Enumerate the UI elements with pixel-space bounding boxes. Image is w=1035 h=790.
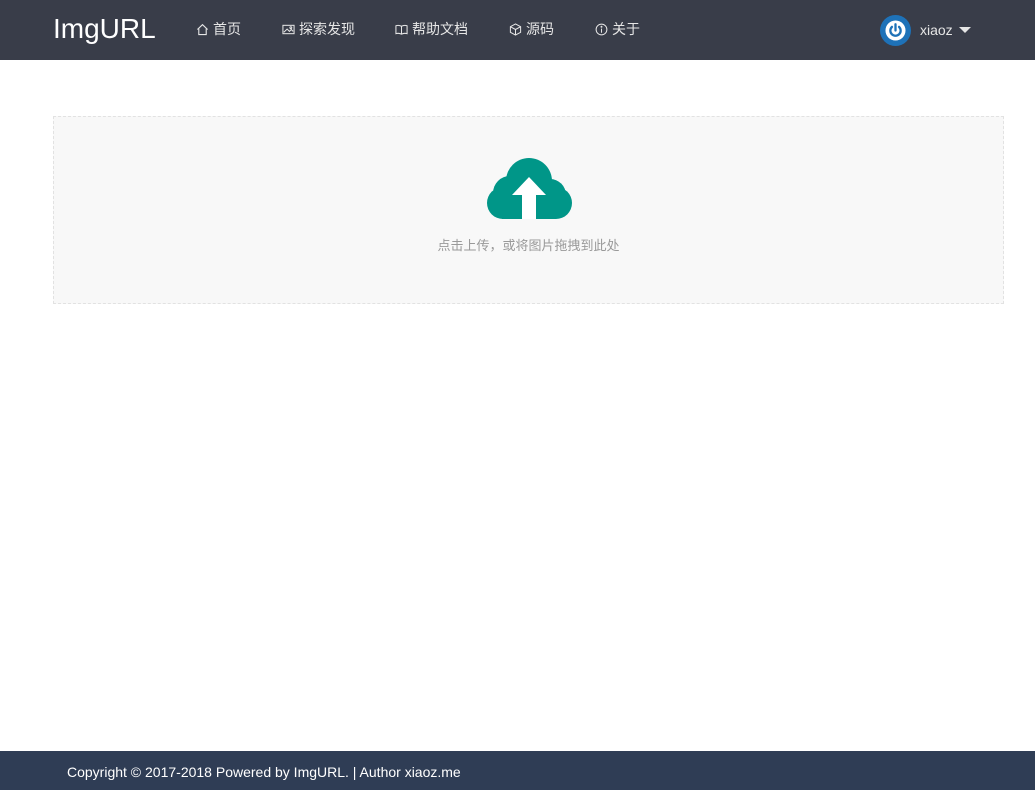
nav-item-docs[interactable]: 帮助文档 [394, 19, 468, 39]
nav-item-label: 首页 [213, 22, 241, 38]
chevron-down-icon[interactable] [958, 27, 971, 33]
upload-dropzone[interactable]: 点击上传，或将图片拖拽到此处 [53, 116, 1004, 304]
power-icon [885, 19, 906, 41]
info-icon [594, 22, 608, 36]
nav-item-label: 探索发现 [299, 22, 355, 38]
nav-item-label: 关于 [612, 22, 640, 38]
nav-item-explore[interactable]: 探索发现 [281, 19, 355, 39]
upload-hint: 点击上传，或将图片拖拽到此处 [437, 239, 620, 254]
cube-icon [508, 22, 522, 36]
user-menu[interactable]: xiaoz [880, 14, 971, 46]
brand-logo[interactable]: ImgURL [53, 12, 156, 46]
nav-item-label: 源码 [526, 22, 554, 38]
nav-item-home[interactable]: 首页 [195, 19, 241, 39]
book-icon [394, 22, 408, 36]
nav-item-label: 帮助文档 [412, 22, 468, 38]
avatar[interactable] [880, 14, 911, 46]
footer: Copyright © 2017-2018 Powered by ImgURL.… [0, 751, 1035, 790]
nav-item-about[interactable]: 关于 [594, 19, 640, 39]
nav-item-source[interactable]: 源码 [508, 19, 554, 39]
cloud-upload-icon [487, 158, 572, 219]
image-icon [281, 22, 295, 36]
top-navbar: ImgURL 首页 探索发现 帮助文档 源码 关于 xiaoz [0, 0, 1035, 60]
footer-copyright: Copyright © 2017-2018 Powered by ImgURL.… [67, 764, 461, 780]
username: xiaoz [920, 22, 953, 38]
home-icon [195, 22, 209, 36]
